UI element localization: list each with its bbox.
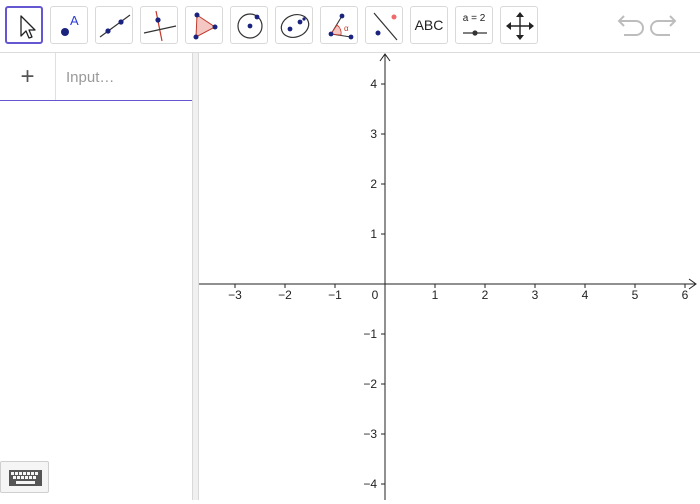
x-tick-label: 6 — [682, 288, 689, 302]
origin-label: 0 — [372, 288, 379, 302]
reflect-tool[interactable] — [365, 6, 403, 44]
keyboard-button[interactable] — [0, 461, 49, 493]
slider-icon — [463, 30, 487, 36]
keyboard-icon — [9, 470, 42, 486]
ellipse-icon — [280, 14, 310, 38]
slider-tool[interactable]: a = 2 — [455, 6, 493, 44]
x-tick-label: −1 — [328, 288, 342, 302]
y-tick-label: 1 — [370, 227, 377, 241]
y-tick-label: −3 — [363, 427, 377, 441]
move-tool[interactable] — [5, 6, 43, 44]
point-icon: A — [61, 13, 79, 36]
reflect-icon — [373, 12, 398, 41]
algebra-input[interactable] — [66, 67, 186, 87]
y-tick-label: −1 — [363, 327, 377, 341]
y-tick-label: −2 — [363, 377, 377, 391]
conic-tool[interactable] — [275, 6, 313, 44]
x-tick-label: −3 — [228, 288, 242, 302]
text-tool[interactable]: ABC — [410, 6, 448, 44]
x-tick-label: 5 — [632, 288, 639, 302]
x-tick-label: 4 — [582, 288, 589, 302]
graphics-view[interactable]: −3 −2 −1 0 1 2 3 4 5 6 4 3 2 1 −1 −2 −3 … — [199, 53, 700, 500]
perpendicular-line-tool[interactable] — [140, 6, 178, 44]
x-tick-label: 3 — [532, 288, 539, 302]
text-tool-label: ABC — [414, 17, 444, 33]
polygon-tool[interactable] — [185, 6, 223, 44]
svg-text:A: A — [70, 13, 79, 28]
x-tick-label: 2 — [482, 288, 489, 302]
algebra-input-row: + — [0, 53, 192, 101]
y-tick-label: −4 — [363, 477, 377, 491]
y-tick-label: 2 — [370, 177, 377, 191]
y-tick-label: 3 — [370, 127, 377, 141]
point-tool[interactable]: A — [50, 6, 88, 44]
redo-icon — [650, 15, 677, 36]
angle-tool[interactable]: α — [320, 6, 358, 44]
y-tick-label: 4 — [370, 77, 377, 91]
circle-tool[interactable] — [230, 6, 268, 44]
circle-icon — [237, 13, 263, 39]
angle-icon: α — [328, 13, 354, 40]
polygon-icon — [193, 12, 218, 40]
toolbar: A α ABC a = 2 — [0, 0, 700, 53]
x-tick-labels: −3 −2 −1 0 1 2 3 4 5 6 — [228, 288, 689, 302]
algebra-view: + — [0, 53, 192, 500]
perpendicular-line-icon — [143, 10, 177, 42]
x-ticks — [234, 284, 686, 288]
svg-text:α: α — [344, 24, 349, 33]
x-tick-label: 1 — [432, 288, 439, 302]
cursor-arrow-icon — [20, 15, 36, 39]
redo-button[interactable] — [650, 12, 682, 40]
panel-divider[interactable] — [192, 53, 199, 500]
coordinate-plane: −3 −2 −1 0 1 2 3 4 5 6 4 3 2 1 −1 −2 −3 … — [199, 53, 697, 500]
move-arrows-icon — [506, 12, 534, 40]
add-item-button[interactable]: + — [0, 53, 56, 100]
undo-button[interactable] — [612, 12, 644, 40]
line-tool[interactable] — [95, 6, 133, 44]
undo-icon — [617, 15, 644, 36]
x-tick-label: −2 — [278, 288, 292, 302]
line-icon — [99, 14, 131, 38]
move-graphics-view-tool[interactable] — [500, 6, 538, 44]
